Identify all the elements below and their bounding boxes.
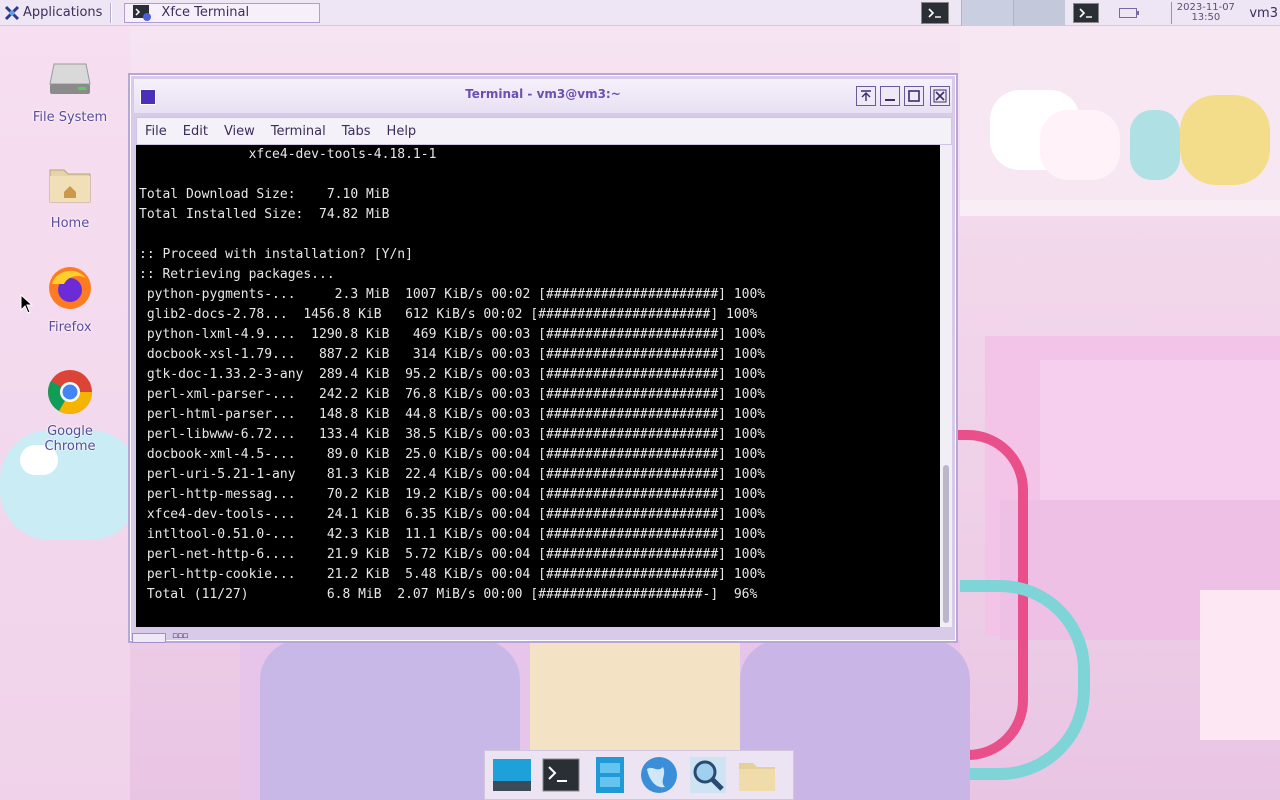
dock-folder[interactable] (736, 754, 778, 796)
terminal-line: Total Download Size: 7.10 MiB (139, 187, 390, 202)
terminal-tray-icon[interactable] (1073, 3, 1100, 23)
desktop-icon-label: Firefox (48, 320, 92, 335)
terminal-line: :: Proceed with installation? [Y/n] (139, 247, 413, 262)
shade-icon (861, 90, 871, 101)
desktop-icon-firefox[interactable]: Firefox (20, 264, 120, 335)
close-icon (933, 89, 947, 103)
user-label[interactable]: vm3 (1249, 6, 1278, 21)
terminal-line: perl-http-cookie... 21.2 KiB 5.48 KiB/s … (139, 567, 766, 582)
terminal-line: python-pygments-... 2.3 MiB 1007 KiB/s 0… (139, 287, 766, 302)
terminal-line: intltool-0.51.0-... 42.3 KiB 11.1 KiB/s … (139, 527, 766, 542)
chrome-icon (48, 370, 92, 414)
window-title: Terminal - vm3@vm3:~ (465, 87, 621, 101)
terminal-output[interactable]: xfce4-dev-tools-4.18.1-1 Total Download … (136, 145, 940, 627)
close-button[interactable] (930, 86, 950, 106)
shade-button[interactable] (856, 86, 876, 106)
terminal-line: xfce4-dev-tools-... 24.1 KiB 6.35 KiB/s … (139, 507, 766, 522)
taskbar-button-label: Xfce Terminal (161, 5, 250, 20)
drive-icon (49, 63, 91, 94)
scrollbar[interactable] (940, 145, 952, 627)
terminal-line: Total (11/27) 6.8 MiB 2.07 MiB/s 00:00 [… (139, 587, 758, 602)
terminal-line: perl-libwww-6.72... 133.4 KiB 38.5 KiB/s… (139, 427, 766, 442)
title-bar[interactable]: Terminal - vm3@vm3:~ (134, 79, 952, 113)
menu-bar: File Edit View Terminal Tabs Help (136, 117, 952, 145)
search-icon (690, 757, 726, 793)
dock-file-manager[interactable] (589, 754, 631, 796)
menu-tabs[interactable]: Tabs (342, 124, 371, 139)
terminal-line: perl-uri-5.21-1-any 81.3 KiB 22.4 KiB/s … (139, 467, 766, 482)
dock-show-desktop[interactable] (491, 754, 533, 796)
workspace-1[interactable] (961, 0, 1014, 26)
scrollbar-thumb[interactable] (943, 465, 949, 623)
terminal-line: python-lxml-4.9.... 1290.8 KiB 469 KiB/s… (139, 327, 766, 342)
clock[interactable]: 2023-11-07 13:50 (1171, 2, 1239, 24)
menu-terminal[interactable]: Terminal (271, 124, 326, 139)
terminal-icon (133, 4, 152, 21)
panel-right: 2023-11-07 13:50 vm3 (921, 0, 1280, 26)
terminal-line: Total Installed Size: 74.82 MiB (139, 207, 390, 222)
desktop-icon-label: Google Chrome (44, 424, 96, 454)
resize-grip[interactable] (132, 633, 166, 643)
terminal-text: xfce4-dev-tools-4.18.1-1 Total Download … (139, 145, 765, 605)
terminal-line: glib2-docs-2.78... 1456.8 KiB 612 KiB/s … (139, 307, 758, 322)
menu-help[interactable]: Help (387, 124, 417, 139)
terminal-line: docbook-xml-4.5-... 89.0 KiB 25.0 KiB/s … (139, 447, 766, 462)
terminal-line: :: Retrieving packages... (139, 267, 335, 282)
globe-icon (641, 757, 677, 793)
terminal-line: perl-net-http-6.... 21.9 KiB 5.72 KiB/s … (139, 547, 766, 562)
desktop-icon-home[interactable]: Home (20, 160, 120, 231)
terminal-line: perl-xml-parser-... 242.2 KiB 76.8 KiB/s… (139, 387, 766, 402)
home-folder-icon (49, 169, 91, 203)
minimize-icon (885, 99, 895, 101)
show-desktop-icon (493, 759, 531, 791)
dock (484, 750, 794, 800)
terminal-line: docbook-xsl-1.79... 887.2 KiB 314 KiB/s … (139, 347, 766, 362)
terminal-window[interactable]: Terminal - vm3@vm3:~ File Edit View Term… (128, 73, 958, 643)
terminal-launcher-icon[interactable] (921, 2, 950, 24)
workspace-2[interactable] (1013, 0, 1066, 26)
panel-separator (110, 2, 113, 23)
menu-view[interactable]: View (224, 124, 255, 139)
menu-edit[interactable]: Edit (183, 124, 208, 139)
terminal-line: xfce4-dev-tools-4.18.1-1 (139, 147, 437, 162)
taskbar-button-terminal[interactable]: Xfce Terminal (124, 2, 321, 23)
desktop-icon-file-system[interactable]: File System (20, 54, 120, 125)
maximize-button[interactable] (904, 86, 924, 106)
xfce-logo-icon (4, 5, 20, 20)
folder-icon (739, 763, 775, 791)
cabinet-icon (596, 757, 624, 793)
cursor-icon (20, 294, 34, 314)
terminal-line: gtk-doc-1.33.2-3-any 289.4 KiB 95.2 KiB/… (139, 367, 766, 382)
firefox-icon (49, 267, 91, 309)
applications-label: Applications (23, 5, 103, 20)
dock-search[interactable] (687, 754, 729, 796)
dock-terminal[interactable] (540, 754, 582, 796)
battery-icon[interactable] (1119, 8, 1140, 18)
applications-menu[interactable]: Applications (0, 0, 106, 26)
terminal-icon (542, 758, 580, 792)
grip-dots: ▫▫▫ (172, 631, 188, 641)
desktop-icon-label: File System (32, 110, 108, 125)
terminal-line: perl-html-parser... 148.8 KiB 44.8 KiB/s… (139, 407, 766, 422)
minimize-button[interactable] (880, 86, 900, 106)
terminal-line: perl-http-messag... 70.2 KiB 19.2 KiB/s … (139, 487, 766, 502)
desktop-icon-label: Home (50, 216, 90, 231)
menu-file[interactable]: File (145, 124, 167, 139)
dock-web-browser[interactable] (638, 754, 680, 796)
maximize-icon (908, 90, 920, 102)
desktop-icon-google-chrome[interactable]: Google Chrome (20, 368, 120, 454)
top-panel: Applications Xfce Terminal 2023-11-07 13… (0, 0, 1280, 26)
